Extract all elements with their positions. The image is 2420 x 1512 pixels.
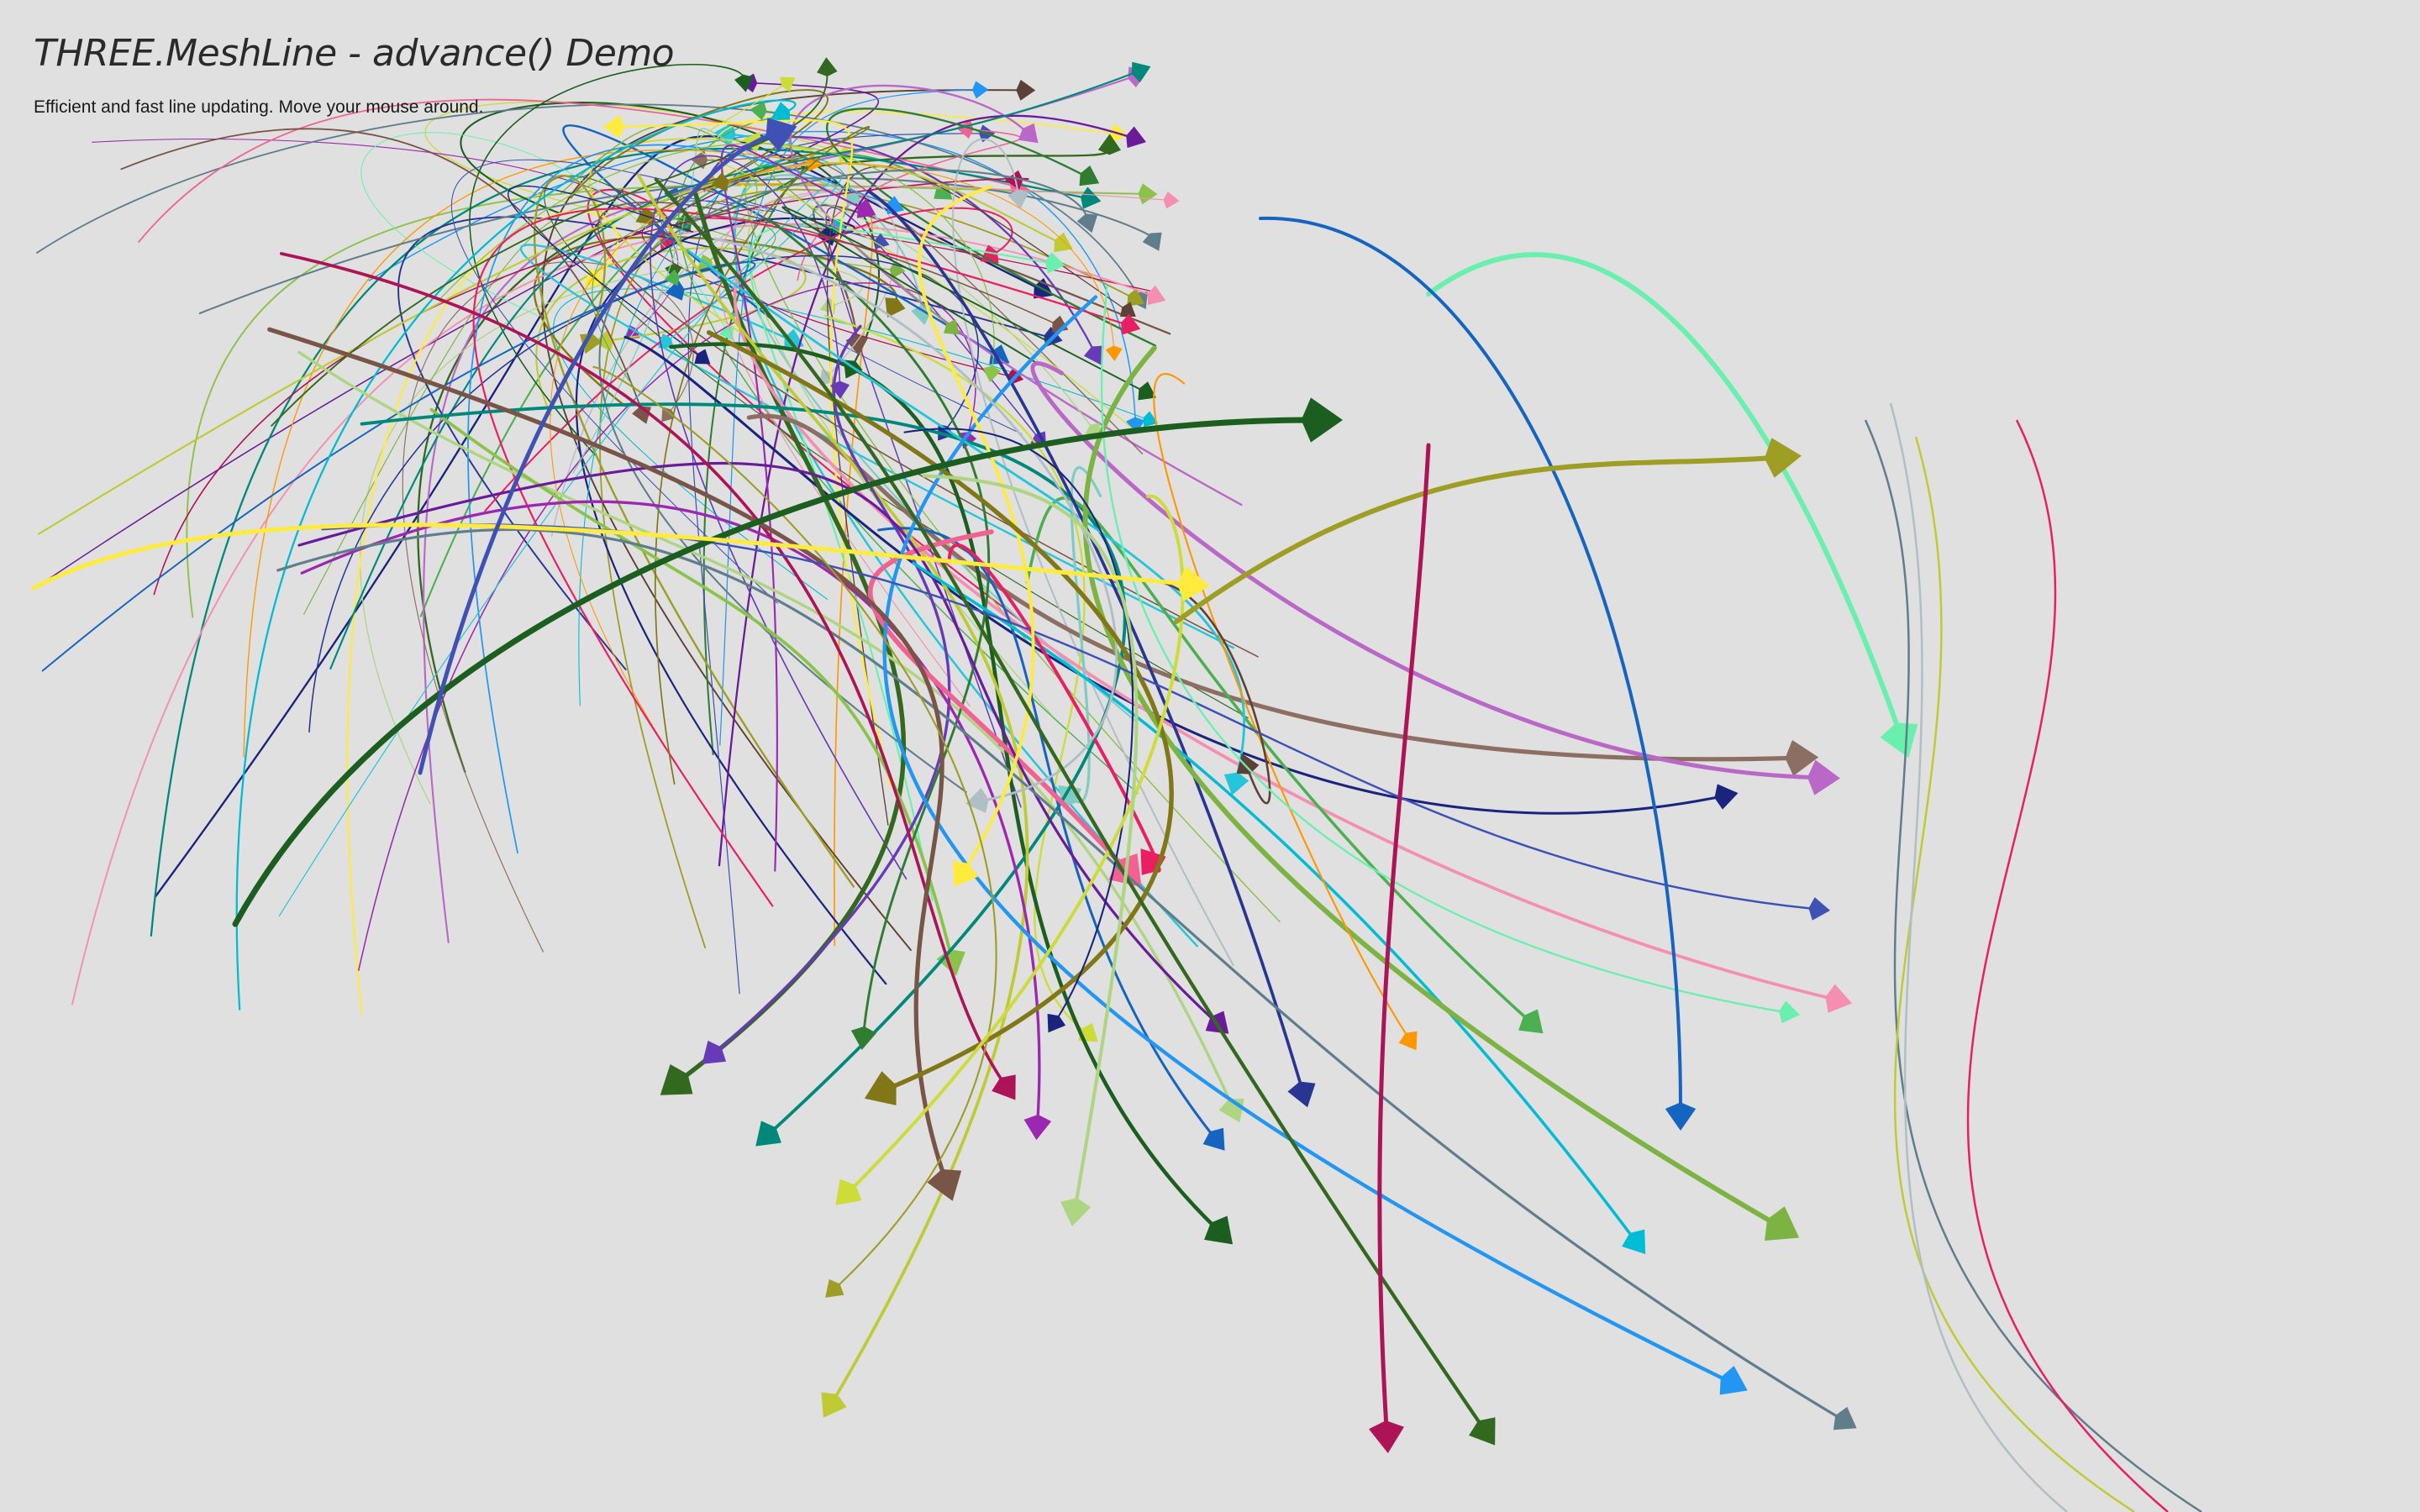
info-panel: THREE.MeshLine - advance() Demo Efficien…: [34, 32, 675, 118]
meshline-head: [1126, 126, 1146, 149]
meshline-head: [780, 76, 796, 92]
meshline-head: [1076, 213, 1098, 234]
meshline-head: [817, 57, 838, 76]
page-subtitle: Efficient and fast line updating. Move y…: [34, 97, 484, 118]
meshline-head: [1398, 1031, 1418, 1051]
meshline-head: [1202, 1127, 1225, 1151]
meshline-head: [1147, 285, 1166, 306]
page-title: THREE.MeshLine - advance() Demo: [34, 32, 675, 75]
meshline-head: [1023, 1114, 1052, 1141]
meshline-trail: [472, 207, 1127, 907]
meshline-head: [1714, 784, 1739, 810]
meshline-head: [1016, 80, 1036, 101]
meshline-head: [1765, 1206, 1800, 1242]
meshline-head: [952, 860, 978, 887]
meshline-head: [1807, 759, 1840, 795]
meshline-head: [1060, 1198, 1092, 1226]
meshline-head: [982, 365, 1001, 383]
meshline-head: [1163, 191, 1180, 209]
meshline-head: [972, 81, 989, 99]
meshline-head: [1808, 897, 1830, 921]
meshline-trail: [1100, 285, 1786, 1013]
meshline-head: [992, 1074, 1016, 1100]
meshline-trail: [1153, 373, 1409, 1038]
meshline-head: [1833, 1406, 1857, 1431]
meshline-trail: [706, 330, 1174, 1091]
meshline-head: [694, 349, 711, 365]
meshline-head: [1079, 165, 1100, 186]
canvas-stage[interactable]: THREE.MeshLine - advance() Demo Efficien…: [0, 0, 2420, 1512]
meshline-strand: [1966, 419, 2169, 1512]
meshline-head: [1825, 984, 1853, 1013]
meshline-strand: [1893, 436, 2135, 1512]
meshline-head: [1142, 232, 1162, 251]
meshline-head: [1047, 1013, 1066, 1033]
meshline-head: [821, 1392, 847, 1418]
meshline-head: [1138, 183, 1158, 205]
meshline-trail: [1377, 443, 1431, 1431]
meshline-strand: [1889, 402, 2068, 1512]
meshline-head: [1880, 722, 1918, 759]
meshline-head: [1469, 1417, 1496, 1446]
meshline-head: [1622, 1229, 1646, 1255]
meshline-strand: [1864, 419, 2202, 1512]
meshline-head: [1287, 1081, 1316, 1108]
meshline-trail: [417, 149, 1111, 773]
meshline-head: [864, 1071, 897, 1105]
meshline-head: [1719, 1366, 1748, 1395]
meshline-head: [1665, 1102, 1697, 1131]
meshline-head: [1007, 189, 1029, 209]
meshline-head: [1301, 397, 1343, 443]
meshline-trail: [235, 99, 797, 1011]
meshline-head: [1105, 345, 1123, 361]
meshline-head: [1121, 313, 1141, 335]
meshline-head: [1081, 186, 1102, 209]
meshline-head: [660, 1063, 693, 1095]
meshline-trail: [1082, 345, 1777, 1226]
meshline-scene[interactable]: [0, 0, 2420, 1512]
meshline-trail: [1426, 252, 1902, 733]
meshline-head: [1779, 1000, 1800, 1024]
meshline-head: [602, 115, 625, 139]
meshline-trail: [1174, 455, 1776, 624]
meshline-head: [1369, 1420, 1404, 1453]
meshline-head: [850, 1026, 877, 1050]
